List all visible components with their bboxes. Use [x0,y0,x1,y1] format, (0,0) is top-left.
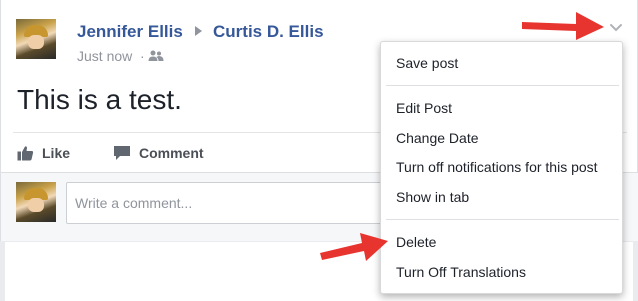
commenter-avatar [16,182,56,222]
post-body-text: This is a test. [17,84,182,115]
face-shape [28,198,44,212]
red-arrow-annotation-top [522,12,604,40]
author-avatar[interactable] [16,19,56,59]
post-options-menu: Save post Edit Post Change Date Turn off… [380,41,623,294]
menu-item-show-in-tab[interactable]: Show in tab [381,183,622,211]
chevron-down-icon[interactable] [608,19,624,35]
like-button[interactable]: Like [17,143,70,163]
menu-item-turn-off-notifications[interactable]: Turn off notifications for this post [381,153,622,181]
menu-item-change-date[interactable]: Change Date [381,124,622,152]
face-shape [28,35,44,49]
friends-icon[interactable] [148,50,164,62]
comment-bubble-icon [114,146,130,160]
menu-item-edit-post[interactable]: Edit Post [381,94,622,122]
meta-separator: · [140,48,145,64]
author-name-link[interactable]: Jennifer Ellis [77,22,183,42]
post-timestamp[interactable]: Just now [77,48,132,64]
menu-item-turn-off-translations[interactable]: Turn Off Translations [381,258,622,286]
target-name-link[interactable]: Curtis D. Ellis [213,22,324,42]
thumbs-up-icon [17,146,34,161]
menu-item-delete[interactable]: Delete [381,228,622,256]
share-arrow-icon [195,26,202,36]
comment-button[interactable]: Comment [113,143,204,163]
comment-input[interactable] [66,182,406,224]
menu-item-save-post[interactable]: Save post [381,49,622,77]
menu-separator [386,219,619,220]
like-label: Like [42,145,71,161]
comment-label: Comment [139,145,204,161]
red-arrow-annotation-delete [320,233,388,261]
menu-separator [386,85,619,86]
